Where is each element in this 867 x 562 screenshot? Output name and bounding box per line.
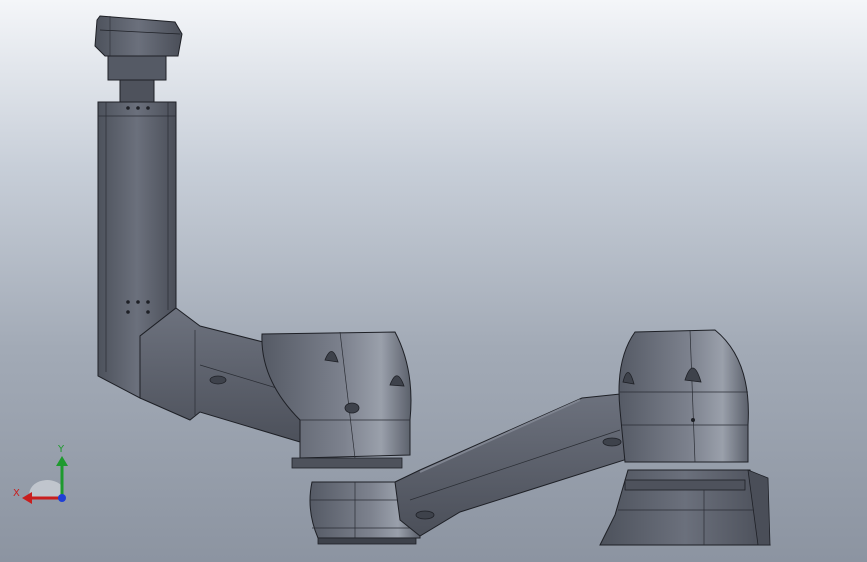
y-axis-arrow-icon — [56, 456, 68, 466]
x-axis-arrow-icon — [22, 492, 32, 504]
column-top-head — [94, 15, 183, 103]
x-axis-label: X — [13, 488, 20, 499]
right-base-mount — [599, 469, 771, 546]
y-axis-label: Y — [57, 444, 65, 455]
forearm-link — [394, 391, 641, 537]
graphics-viewport[interactable]: Y X — [0, 0, 867, 562]
right-joint-housing — [618, 329, 749, 463]
robot-arm-model[interactable] — [0, 0, 867, 562]
coordinate-triad: Y X — [13, 444, 68, 504]
upper-joint-housing — [261, 331, 412, 469]
z-axis-dot-icon — [58, 494, 66, 502]
